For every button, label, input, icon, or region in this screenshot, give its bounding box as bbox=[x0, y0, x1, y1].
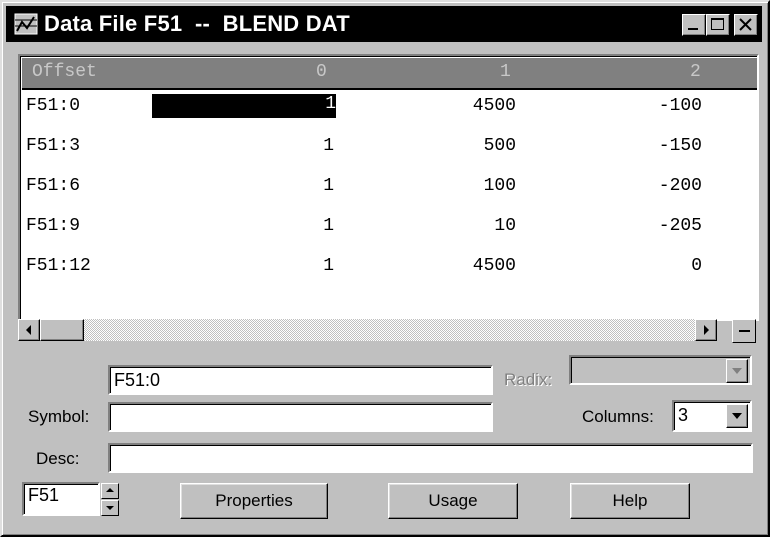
maximize-icon bbox=[711, 18, 724, 30]
table-row: F51:12 1 4500 0 bbox=[22, 250, 757, 288]
row-offset: F51:0 bbox=[26, 96, 81, 116]
chevron-down-icon bbox=[732, 368, 742, 374]
split-button[interactable] bbox=[732, 319, 756, 343]
scroll-right-button[interactable] bbox=[695, 319, 717, 341]
cell-col-1[interactable]: 4500 bbox=[462, 256, 516, 276]
desc-label: Desc: bbox=[36, 449, 80, 468]
cell-col-2[interactable]: -150 bbox=[642, 136, 702, 156]
header-col-1[interactable]: 1 bbox=[500, 62, 511, 82]
cell-col-2[interactable]: -100 bbox=[642, 96, 702, 116]
columns-label: Columns: bbox=[582, 407, 654, 426]
horizontal-scrollbar[interactable] bbox=[18, 319, 717, 341]
spin-down-button[interactable] bbox=[101, 500, 119, 516]
cell-col-1[interactable]: 4500 bbox=[462, 96, 516, 116]
table-row: F51:6 1 100 -200 bbox=[22, 170, 757, 208]
arrow-up-icon bbox=[106, 488, 114, 492]
columns-value: 3 bbox=[678, 405, 689, 425]
grid-header: Offset 0 1 2 bbox=[22, 58, 757, 90]
file-number-field[interactable]: F51 bbox=[22, 482, 100, 516]
columns-select[interactable]: 3 bbox=[672, 400, 752, 432]
table-row: F51:0 1 4500 -100 bbox=[22, 90, 757, 128]
scroll-thumb[interactable] bbox=[40, 319, 84, 341]
data-file-window: Data File F51 -- BLEND DAT Offset 0 1 2 … bbox=[0, 0, 770, 537]
arrow-left-icon bbox=[26, 325, 31, 335]
header-offset[interactable]: Offset bbox=[32, 62, 97, 82]
cell-col-0[interactable]: 1 bbox=[282, 136, 334, 156]
help-button[interactable]: Help bbox=[570, 483, 690, 519]
header-col-2[interactable]: 2 bbox=[690, 62, 701, 82]
chevron-down-icon bbox=[732, 413, 742, 419]
symbol-label: Symbol: bbox=[28, 407, 90, 426]
cell-col-1[interactable]: 10 bbox=[462, 216, 516, 236]
spin-up-button[interactable] bbox=[101, 483, 119, 499]
cell-col-0[interactable]: 1 bbox=[282, 216, 334, 236]
columns-dropdown-button[interactable] bbox=[726, 404, 748, 428]
selected-cell[interactable]: 1 bbox=[151, 93, 337, 119]
minus-icon bbox=[739, 330, 750, 332]
scroll-left-button[interactable] bbox=[18, 319, 40, 341]
cell-col-2[interactable]: 0 bbox=[642, 256, 702, 276]
radix-label: Radix: bbox=[504, 370, 553, 389]
radix-select[interactable] bbox=[569, 355, 752, 385]
maximize-button[interactable] bbox=[706, 14, 730, 36]
cell-col-1[interactable]: 500 bbox=[462, 136, 516, 156]
table-row: F51:3 1 500 -150 bbox=[22, 130, 757, 168]
desc-field[interactable] bbox=[108, 443, 753, 473]
minimize-icon bbox=[688, 28, 698, 30]
row-offset: F51:3 bbox=[26, 136, 81, 156]
table-row: F51:9 1 10 -205 bbox=[22, 210, 757, 248]
header-col-0[interactable]: 0 bbox=[316, 62, 327, 82]
cell-col-2[interactable]: -200 bbox=[642, 176, 702, 196]
row-offset: F51:6 bbox=[26, 176, 81, 196]
minimize-button[interactable] bbox=[682, 14, 706, 36]
address-field[interactable]: F51:0 bbox=[108, 365, 493, 395]
usage-button[interactable]: Usage bbox=[388, 483, 518, 519]
data-table-icon bbox=[14, 13, 38, 35]
cell-col-0[interactable]: 1 bbox=[282, 256, 334, 276]
cell-col-2[interactable]: -205 bbox=[642, 216, 702, 236]
window-title: Data File F51 -- BLEND DAT bbox=[44, 11, 350, 36]
row-offset: F51:9 bbox=[26, 216, 81, 236]
arrow-down-icon bbox=[106, 506, 114, 510]
title-bar[interactable]: Data File F51 -- BLEND DAT bbox=[6, 6, 762, 42]
data-grid: Offset 0 1 2 F51:0 1 4500 -100 F51:3 1 5… bbox=[18, 54, 759, 321]
properties-button[interactable]: Properties bbox=[180, 483, 328, 519]
cell-col-1[interactable]: 100 bbox=[462, 176, 516, 196]
close-button[interactable] bbox=[734, 14, 758, 36]
cell-col-0[interactable]: 1 bbox=[282, 176, 334, 196]
radix-dropdown-button[interactable] bbox=[726, 359, 748, 383]
symbol-field[interactable] bbox=[108, 402, 493, 432]
arrow-right-icon bbox=[704, 325, 709, 335]
row-offset: F51:12 bbox=[26, 256, 91, 276]
close-icon bbox=[739, 18, 752, 31]
